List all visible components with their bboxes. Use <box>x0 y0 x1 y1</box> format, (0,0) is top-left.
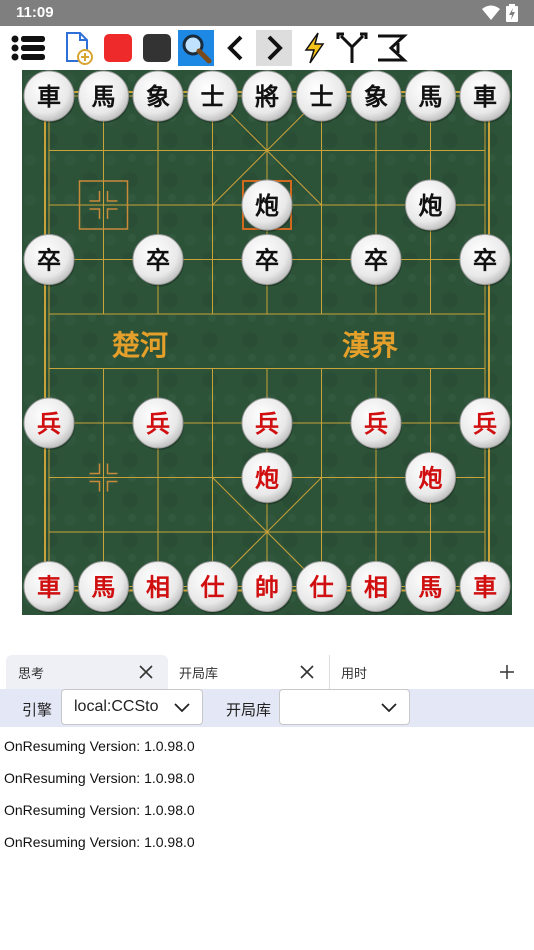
tab-thinking-label: 思考 <box>18 666 45 682</box>
river-left-label: 楚河 <box>112 329 168 362</box>
new-game-icon[interactable] <box>60 30 96 66</box>
log-line: OnResuming Version: 1.0.98.0 <box>4 738 195 754</box>
chevron-down-icon <box>381 703 397 713</box>
status-bar: 11:09 <box>0 0 534 26</box>
piece-label: 仕 <box>309 573 334 602</box>
tab-time-used-label: 用时 <box>341 666 368 682</box>
piece-label: 帥 <box>255 573 279 602</box>
piece-label: 兵 <box>146 409 170 438</box>
piece-label: 卒 <box>473 246 497 275</box>
black-square-icon[interactable] <box>139 30 175 66</box>
piece-label: 炮 <box>255 191 279 220</box>
piece-label: 馬 <box>419 573 443 602</box>
river-right-label: 漢界 <box>342 329 398 362</box>
piece-label: 相 <box>146 573 170 602</box>
piece-label: 馬 <box>92 82 116 111</box>
piece-label: 卒 <box>255 246 279 275</box>
piece-label: 將 <box>255 82 279 111</box>
piece-label: 車 <box>473 82 497 111</box>
piece-label: 炮 <box>419 191 443 220</box>
tab-opening-book[interactable]: 开局库 <box>168 655 330 689</box>
log-line: OnResuming Version: 1.0.98.0 <box>4 834 195 850</box>
opening-book-select[interactable] <box>279 689 410 725</box>
piece-label: 兵 <box>364 409 388 438</box>
log-line: OnResuming Version: 1.0.98.0 <box>4 770 195 786</box>
lightning-icon[interactable] <box>296 30 332 66</box>
tab-thinking[interactable]: 思考 <box>6 655 168 689</box>
piece-label: 兵 <box>255 409 279 438</box>
engine-log: OnResuming Version: 1.0.98.0 OnResuming … <box>4 737 524 865</box>
piece-label: 象 <box>146 82 170 111</box>
tab-opening-book-label: 开局库 <box>179 666 219 682</box>
piece-label: 士 <box>310 82 334 111</box>
piece-label: 炮 <box>419 464 443 493</box>
engine-bar: 引擎 local:CCSto 开局库 <box>0 689 534 727</box>
toolbar <box>0 27 534 69</box>
piece-label: 車 <box>473 573 497 602</box>
add-tab-icon[interactable] <box>499 664 515 680</box>
log-line: OnResuming Version: 1.0.98.0 <box>4 802 195 818</box>
wifi-icon <box>482 5 500 20</box>
engine-select[interactable]: local:CCSto <box>61 689 203 725</box>
red-square-icon[interactable] <box>100 30 136 66</box>
piece-label: 車 <box>37 573 61 602</box>
close-icon[interactable] <box>299 664 315 680</box>
branch-icon[interactable] <box>334 30 370 66</box>
tab-time-used[interactable]: 用时 <box>331 655 471 689</box>
piece-label: 馬 <box>419 82 443 111</box>
chevron-down-icon <box>174 703 190 713</box>
menu-icon[interactable] <box>10 30 46 66</box>
search-icon[interactable] <box>178 30 214 66</box>
piece-label: 仕 <box>200 573 225 602</box>
status-time: 11:09 <box>16 4 54 21</box>
engine-label: 引擎 <box>22 701 53 719</box>
back-icon[interactable] <box>218 30 254 66</box>
piece-label: 卒 <box>37 246 61 275</box>
piece-label: 炮 <box>255 464 279 493</box>
tab-bar: 思考 开局库 用时 <box>0 653 534 689</box>
board-canvas[interactable]: 楚河 漢界 車馬象士將士象馬車炮 炮卒卒卒卒卒兵兵兵兵兵炮 炮車馬相仕帥仕相馬車 <box>22 70 512 615</box>
piece-label: 象 <box>364 82 388 111</box>
piece-label: 兵 <box>473 409 497 438</box>
piece-label: 卒 <box>364 246 388 275</box>
piece-label: 士 <box>201 82 225 111</box>
opening-book-label: 开局库 <box>226 701 272 719</box>
forward-icon[interactable] <box>256 30 292 66</box>
chess-board[interactable]: 楚河 漢界 車馬象士將士象馬車炮炮卒卒卒卒卒兵兵兵兵兵炮炮車馬相仕帥仕相馬車 <box>22 70 512 615</box>
piece-label: 馬 <box>92 573 116 602</box>
flip-icon[interactable] <box>373 30 409 66</box>
piece-label: 兵 <box>37 409 61 438</box>
piece-label: 卒 <box>146 246 170 275</box>
engine-select-value: local:CCSto <box>74 698 159 715</box>
piece-label: 相 <box>364 573 388 602</box>
battery-icon <box>506 4 518 22</box>
close-icon[interactable] <box>138 664 154 680</box>
piece-label: 車 <box>37 82 61 111</box>
